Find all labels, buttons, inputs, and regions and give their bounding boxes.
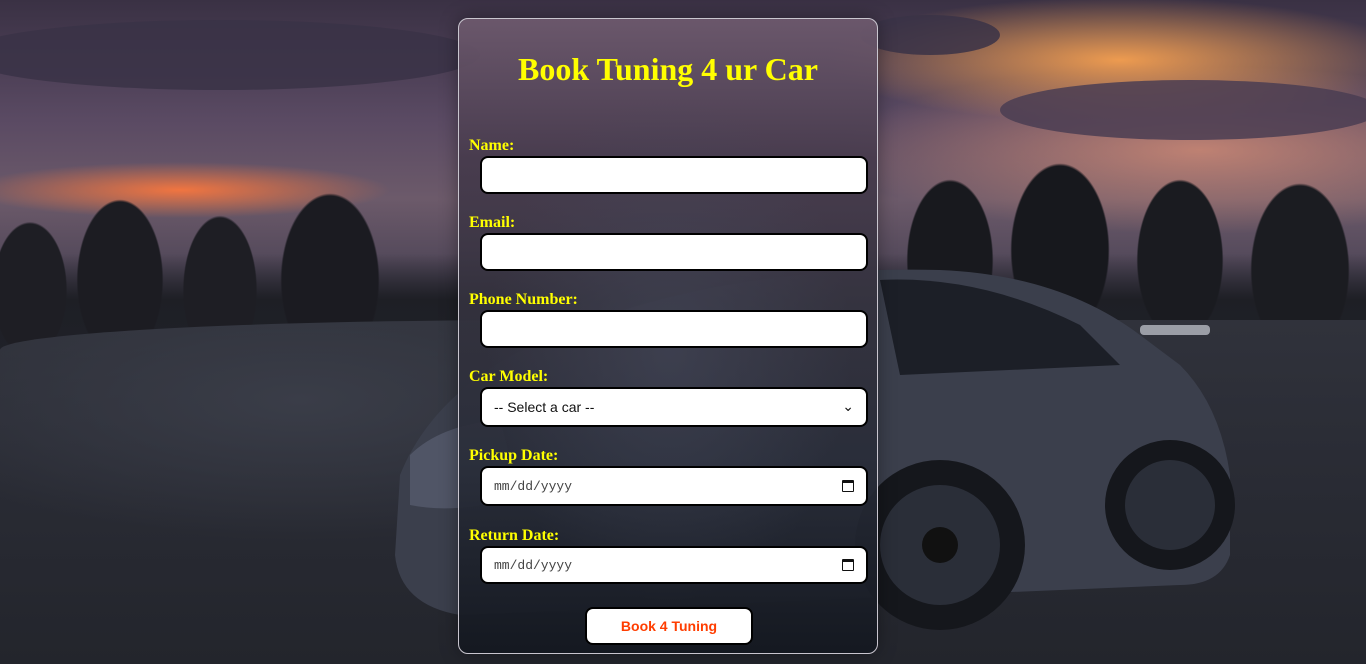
booking-form: Book Tuning 4 ur Car Name: Email: Phone … [458, 18, 878, 654]
chevron-down-icon: ⌄ [842, 399, 854, 415]
return-date-input[interactable]: mm/dd/yyyy [480, 546, 868, 584]
calendar-icon[interactable] [842, 480, 854, 492]
pickup-date-input[interactable]: mm/dd/yyyy [480, 466, 868, 506]
pickup-date-label: Pickup Date: [469, 447, 559, 464]
calendar-icon[interactable] [842, 559, 854, 571]
car-model-select[interactable]: -- Select a car -- ⌄ [480, 387, 868, 427]
return-date-placeholder: mm/dd/yyyy [494, 557, 573, 573]
cloud [860, 15, 1000, 55]
form-title: Book Tuning 4 ur Car [518, 51, 818, 87]
car-model-label: Car Model: [469, 368, 549, 385]
cloud [1000, 80, 1366, 140]
name-label: Name: [469, 137, 515, 154]
email-input[interactable] [480, 233, 868, 271]
phone-input[interactable] [480, 310, 868, 348]
email-label: Email: [469, 214, 516, 231]
pickup-date-placeholder: mm/dd/yyyy [494, 478, 573, 494]
car-model-selected: -- Select a car -- [494, 399, 595, 415]
return-date-label: Return Date: [469, 527, 560, 544]
book-tuning-button[interactable]: Book 4 Tuning [585, 607, 753, 645]
name-input[interactable] [480, 156, 868, 194]
phone-label: Phone Number: [469, 291, 578, 308]
